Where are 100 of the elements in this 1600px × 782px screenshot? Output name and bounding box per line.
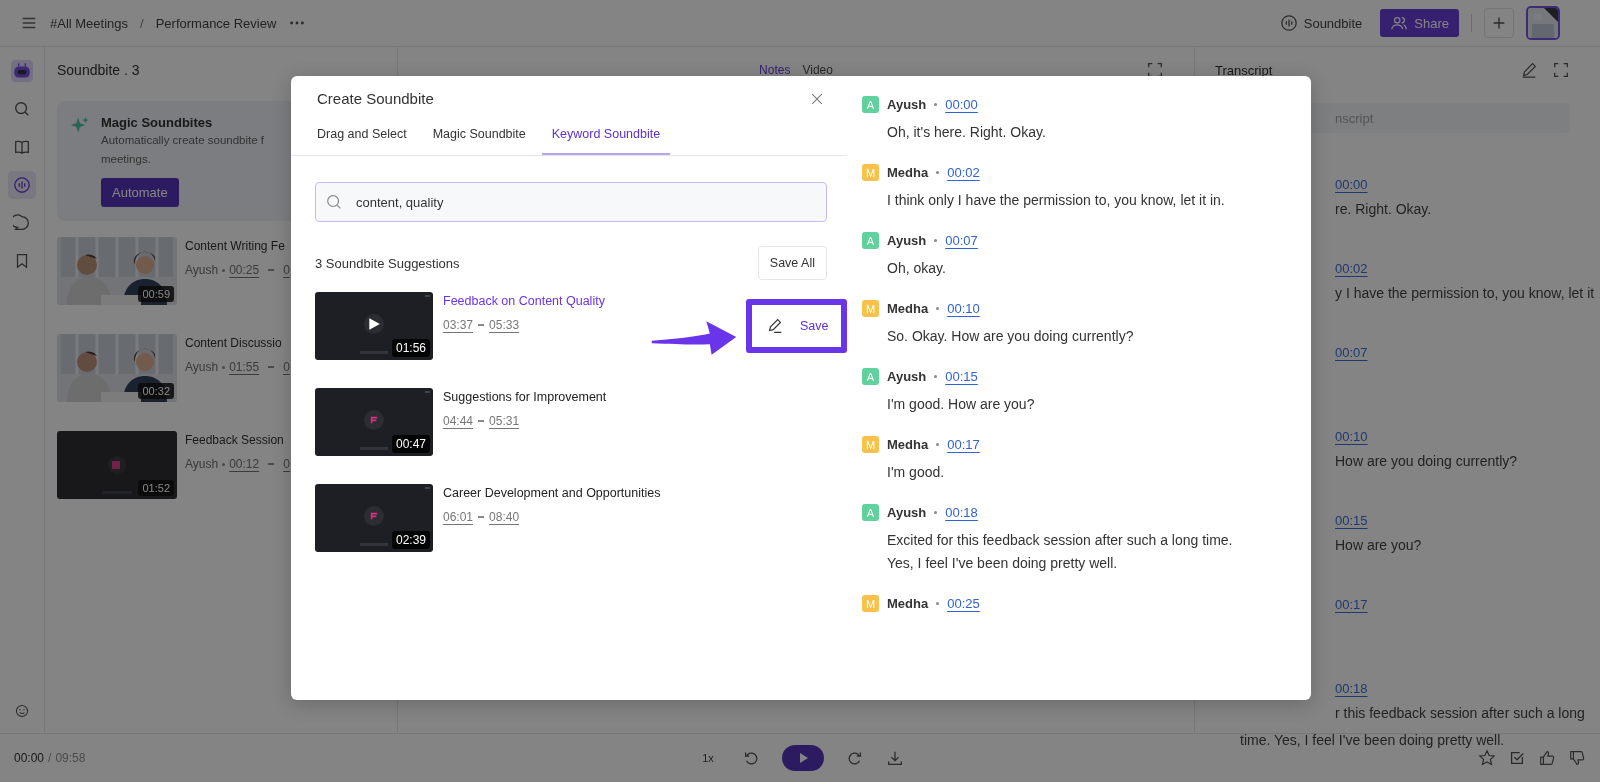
timestamp-link[interactable]: 00:25 <box>947 596 980 611</box>
speaker-name: Ayush <box>185 457 219 471</box>
avatar[interactable] <box>1526 6 1560 40</box>
speaker-name: Ayush <box>887 233 927 248</box>
timestamp-link[interactable]: 00:18 <box>945 505 978 520</box>
soundbite-title[interactable]: Feedback on Content Quality <box>443 294 605 308</box>
star-icon[interactable] <box>1478 749 1496 767</box>
speaker-avatar: M <box>862 300 879 317</box>
timestamp-link[interactable]: 00:12 <box>229 457 260 471</box>
timestamp-link[interactable]: 00:02 <box>1335 261 1368 276</box>
breadcrumb-link[interactable]: Performance Review <box>155 15 277 31</box>
separator-dot <box>934 239 938 242</box>
fullscreen-icon[interactable] <box>1146 61 1164 79</box>
soundbite-title[interactable]: Content Discussio <box>185 336 290 350</box>
soundbite-title[interactable]: Career Development and Opportunities <box>443 486 661 500</box>
timestamp-link[interactable]: 0 <box>283 457 290 471</box>
timestamp-link[interactable]: 00:07 <box>1335 345 1368 360</box>
dash-icon <box>268 463 275 465</box>
duration-badge: 00:59 <box>138 286 174 302</box>
transcript-text: time. Yes, I feel I've been doing pretty well. <box>1240 732 1505 748</box>
timestamp-link[interactable]: 00:00 <box>1335 177 1368 192</box>
breadcrumb-link[interactable]: #All Meetings <box>50 15 129 31</box>
soundbite-title[interactable]: Feedback Session <box>185 433 290 447</box>
transcript-text: So. Okay. How are you doing currently? <box>886 327 1135 346</box>
save-all-button[interactable]: Save All <box>757 246 827 280</box>
panel-title: Transcript <box>1215 62 1273 78</box>
timestamp-link[interactable]: 00:10 <box>947 301 980 316</box>
sidebar-item[interactable] <box>8 57 36 85</box>
timestamp-link[interactable]: 00:25 <box>229 263 260 277</box>
separator-dot <box>936 171 940 174</box>
separator-dot <box>936 307 940 310</box>
end-time[interactable]: 05:33 <box>489 318 520 332</box>
transcript-text: Oh, it's here. Right. Okay. <box>886 123 1047 142</box>
automate-button[interactable]: Automate <box>101 178 179 207</box>
tab[interactable]: Keyword Soundbite <box>541 119 671 155</box>
timestamp-link[interactable]: 00:17 <box>947 437 980 452</box>
transcript-text: y I have the permission to, you know, let it <box>1335 285 1595 301</box>
search-icon <box>325 193 343 211</box>
timestamp-link[interactable]: 00:17 <box>1335 597 1368 612</box>
timestamp-link[interactable]: 00:02 <box>947 165 980 180</box>
timestamp-link[interactable]: 01:55 <box>229 360 260 374</box>
share-button[interactable]: Share <box>1380 9 1459 37</box>
tab[interactable]: Magic Soundbite <box>422 119 536 155</box>
transcript-text: re. Right. Okay. <box>1335 201 1432 217</box>
speaker-avatar: A <box>862 504 879 521</box>
pencil-icon <box>766 317 784 335</box>
timestamp-link[interactable]: 00:15 <box>1335 513 1368 528</box>
speaker-avatar: M <box>862 436 879 453</box>
duration-badge: 00:32 <box>138 383 174 399</box>
search-field[interactable]: content, quality <box>315 182 827 222</box>
duration-badge: 02:39 <box>391 531 430 549</box>
soundbite-icon <box>1279 14 1298 32</box>
timestamp-link[interactable]: 00:15 <box>945 369 978 384</box>
speaker-avatar: A <box>862 96 879 113</box>
dash-icon <box>478 324 485 326</box>
card-title: Magic Soundbites <box>101 115 213 130</box>
transcript-text: I'm good. <box>886 463 946 482</box>
separator-dot <box>934 511 938 514</box>
end-time[interactable]: 08:40 <box>489 510 520 524</box>
dash-icon <box>268 269 275 271</box>
pencil-icon[interactable] <box>1520 61 1538 79</box>
speaker-name: Medha <box>887 165 929 180</box>
timestamp-link[interactable]: 00:10 <box>1335 429 1368 444</box>
duration-badge: 00:47 <box>391 435 430 453</box>
duration-badge: 01:52 <box>138 480 174 496</box>
speaker-name: Ayush <box>185 360 219 374</box>
timestamp-link[interactable]: 00:18 <box>1335 681 1368 696</box>
transcript-text: I think only I have the permission to, you know, let it in. <box>886 191 1226 210</box>
sidebar-item[interactable] <box>8 171 36 199</box>
speed-button[interactable]: 1x <box>696 751 720 765</box>
start-time[interactable]: 04:44 <box>443 414 474 428</box>
tab[interactable]: Drag and Select <box>307 119 417 155</box>
robot-icon <box>11 60 33 82</box>
soundbite-button[interactable]: Soundbite <box>1273 10 1369 36</box>
transcript-text: How are you? <box>1335 537 1422 553</box>
timestamp-link[interactable]: 00:07 <box>945 233 978 248</box>
end-time[interactable]: 05:31 <box>489 414 520 428</box>
checkbox-icon[interactable] <box>1508 749 1526 767</box>
view-tab[interactable]: Notes <box>759 63 791 77</box>
timestamp-link[interactable]: 00:00 <box>945 97 978 112</box>
smiley-icon[interactable] <box>14 703 30 719</box>
view-tab[interactable]: Video <box>802 63 833 77</box>
speaker-name: Medha <box>887 596 929 611</box>
play-button[interactable] <box>781 745 824 771</box>
play-icon[interactable] <box>367 317 381 331</box>
timestamp-link[interactable]: 0 <box>283 360 290 374</box>
soundbite-title[interactable]: Suggestions for Improvement <box>443 390 607 404</box>
breadcrumb-separator: / <box>140 15 144 31</box>
start-time[interactable]: 03:37 <box>443 318 474 332</box>
start-time[interactable]: 06:01 <box>443 510 474 524</box>
download-icon[interactable] <box>885 749 904 767</box>
timestamp-link[interactable]: 0 <box>283 263 290 277</box>
soundbite-title[interactable]: Content Writing Fe <box>185 239 290 253</box>
thumbs-up-icon[interactable] <box>1538 749 1556 767</box>
add-button[interactable] <box>1484 8 1514 38</box>
thumbs-down-icon[interactable] <box>1568 749 1586 767</box>
transcript-text: How are you doing currently? <box>1335 453 1518 469</box>
transcript-text: r this feedback session after such a long <box>1335 705 1585 721</box>
separator-dot <box>222 268 226 272</box>
transcript-text: Oh, okay. <box>886 259 947 278</box>
